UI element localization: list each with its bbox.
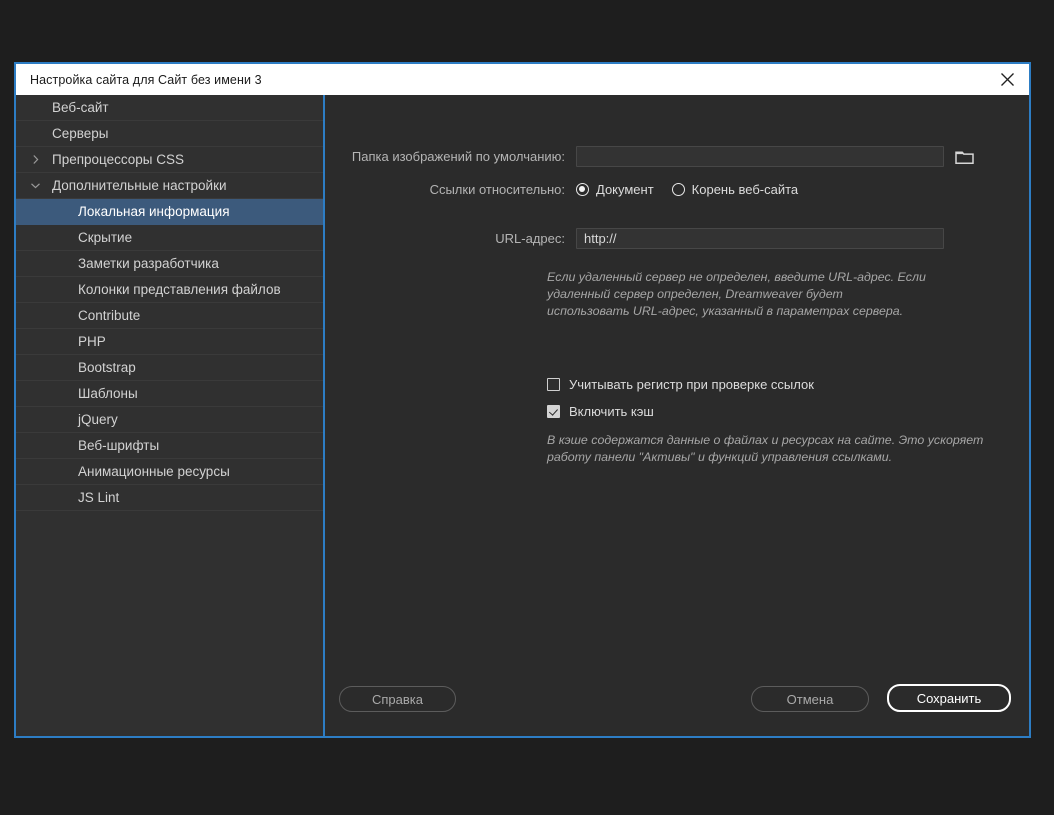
dialog-body: Веб-сайт Серверы Препроцессоры CSS Дополнит… <box>16 95 1029 736</box>
chevron-down-icon[interactable] <box>28 173 42 198</box>
sidebar-item-8[interactable]: Колонки представления файлов <box>16 277 323 303</box>
cancel-button[interactable]: Отмена <box>751 686 869 712</box>
sidebar-item-label: Серверы <box>52 126 109 141</box>
enable-cache-label: Включить кэш <box>569 404 654 419</box>
radio-option-1[interactable]: Документ <box>576 182 654 197</box>
sidebar-item-10[interactable]: PHP <box>16 329 323 355</box>
sidebar-item-label: Веб-сайт <box>52 100 109 115</box>
sidebar-item-12[interactable]: Шаблоны <box>16 381 323 407</box>
sidebar-item-5[interactable]: Локальная информация <box>16 199 323 225</box>
sidebar-item-4[interactable]: Дополнительные настройки <box>16 173 323 199</box>
url-hint-text: Если удаленный сервер не определен, введ… <box>547 270 926 318</box>
url-input[interactable] <box>576 228 944 249</box>
folder-icon[interactable] <box>954 147 974 167</box>
sidebar-item-1[interactable]: Веб-сайт <box>16 95 323 121</box>
sidebar-item-label: Шаблоны <box>78 386 138 401</box>
sidebar-item-label: Скрытие <box>78 230 133 245</box>
sidebar-item-6[interactable]: Скрытие <box>16 225 323 251</box>
links-relative-row: Ссылки относительно: Документ Корень веб-… <box>335 182 799 197</box>
sidebar-item-14[interactable]: Веб-шрифты <box>16 433 323 459</box>
close-icon[interactable] <box>985 64 1029 95</box>
links-relative-label: Ссылки относительно: <box>429 182 565 197</box>
sidebar-item-11[interactable]: Bootstrap <box>16 355 323 381</box>
sidebar-item-label: jQuery <box>78 412 118 427</box>
local-info-panel: Папка изображений по умолчанию: Ссылки о… <box>325 95 1029 736</box>
radio-option-label: Документ <box>596 182 654 197</box>
cache-hint-text: В кэше содержатся данные о файлах и ресу… <box>547 433 984 464</box>
help-button[interactable]: Справка <box>339 686 456 712</box>
sidebar-item-15[interactable]: Анимационные ресурсы <box>16 459 323 485</box>
url-row: URL-адрес: <box>335 228 944 249</box>
case-sensitive-checkbox[interactable]: Учитывать регистр при проверке ссылок <box>547 377 814 392</box>
sidebar-item-2[interactable]: Серверы <box>16 121 323 147</box>
images-folder-input[interactable] <box>576 146 944 167</box>
sidebar-item-label: Локальная информация <box>78 204 230 219</box>
checkbox-mark <box>547 378 560 391</box>
sidebar-item-label: Дополнительные настройки <box>52 178 227 193</box>
radio-option-label: Корень веб-сайта <box>691 182 799 197</box>
sidebar-item-label: JS Lint <box>78 490 120 505</box>
sidebar-item-3[interactable]: Препроцессоры CSS <box>16 147 323 173</box>
sidebar-item-label: Contribute <box>78 308 141 323</box>
sidebar-item-label: Заметки разработчика <box>78 256 219 271</box>
settings-category-list[interactable]: Веб-сайт Серверы Препроцессоры CSS Дополнит… <box>16 95 325 736</box>
sidebar-item-7[interactable]: Заметки разработчика <box>16 251 323 277</box>
images-folder-row: Папка изображений по умолчанию: <box>335 146 975 167</box>
sidebar-item-13[interactable]: jQuery <box>16 407 323 433</box>
sidebar-item-label: Колонки представления файлов <box>78 282 281 297</box>
checkbox-mark <box>547 405 560 418</box>
radio-mark <box>671 183 685 196</box>
radio-option-2[interactable]: Корень веб-сайта <box>671 182 799 197</box>
site-setup-dialog: Настройка сайта для Сайт без имени 3 Веб… <box>14 62 1031 738</box>
sidebar-item-9[interactable]: Contribute <box>16 303 323 329</box>
sidebar-item-label: PHP <box>78 334 106 349</box>
chevron-right-icon[interactable] <box>28 147 42 172</box>
sidebar-item-label: Bootstrap <box>78 360 136 375</box>
dialog-title: Настройка сайта для Сайт без имени 3 <box>30 72 262 87</box>
dialog-titlebar: Настройка сайта для Сайт без имени 3 <box>16 64 1029 95</box>
url-label: URL-адрес: <box>495 231 565 246</box>
case-sensitive-label: Учитывать регистр при проверке ссылок <box>569 377 814 392</box>
radio-mark <box>576 183 589 196</box>
save-button[interactable]: Сохранить <box>887 684 1011 712</box>
links-relative-radio-group[interactable]: Документ Корень веб-сайта <box>576 182 798 197</box>
sidebar-item-16[interactable]: JS Lint <box>16 485 323 511</box>
images-folder-label: Папка изображений по умолчанию: <box>351 149 565 164</box>
enable-cache-checkbox[interactable]: Включить кэш <box>547 404 654 419</box>
sidebar-item-label: Анимационные ресурсы <box>78 464 230 479</box>
sidebar-item-label: Веб-шрифты <box>78 438 160 453</box>
screen-root: Настройка сайта для Сайт без имени 3 Веб… <box>0 0 1054 815</box>
